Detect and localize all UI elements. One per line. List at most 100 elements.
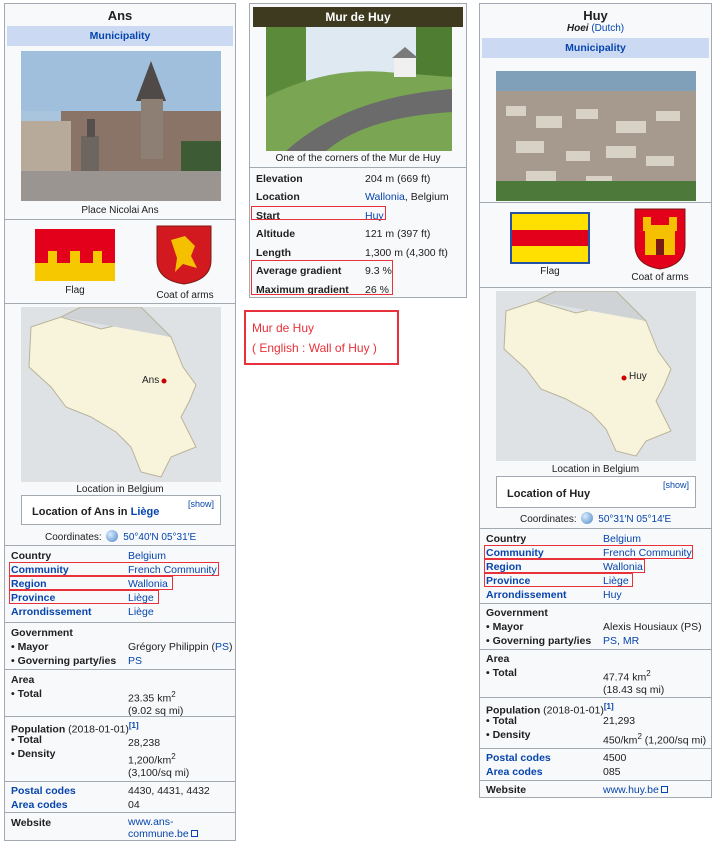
huy-coa-caption: Coat of arms <box>631 272 689 283</box>
huy-coords-link[interactable]: 50°31′N 05°14′E <box>598 514 671 525</box>
mur-elevation-label: Elevation <box>256 173 303 185</box>
huy-highlight-community <box>484 545 693 559</box>
ans-area-heading: Area <box>11 674 35 686</box>
ans-highlight-region <box>9 576 173 590</box>
huy-highlight-region <box>484 559 645 573</box>
huy-map-caption: Location in Belgium <box>551 464 640 475</box>
huy-title: Huy <box>583 8 608 23</box>
huy-arrondissement-value[interactable]: Huy <box>603 588 622 602</box>
ans-arrondissement-value[interactable]: Liège <box>128 605 154 619</box>
external-link-icon <box>190 830 198 837</box>
huy-location-map[interactable]: Huy <box>496 291 696 461</box>
ans-areacode-label[interactable]: Area codes <box>11 798 68 812</box>
huy-mayor-value: Alexis Housiaux (PS) <box>603 621 702 633</box>
huy-areacode-value: 085 <box>603 766 621 778</box>
huy-native-lang[interactable]: (Dutch) <box>591 23 624 34</box>
huy-population-ref[interactable]: [1] <box>604 702 614 711</box>
ans-population-ref[interactable]: [1] <box>129 721 139 730</box>
mur-highlight-gradients <box>251 260 393 295</box>
globe-icon[interactable] <box>581 512 594 524</box>
huy-photo[interactable] <box>496 71 696 201</box>
huy-arrondissement-label[interactable]: Arrondissement <box>486 588 567 602</box>
mur-highlight-start <box>251 206 386 220</box>
ans-highlight-community <box>9 562 219 576</box>
ans-photo[interactable] <box>21 51 221 201</box>
huy-nav-title: Location of Huy <box>507 488 591 500</box>
translation-note: Mur de Huy ( English : Wall of Huy ) <box>244 310 399 365</box>
ans-mayor-label: • Mayor <box>11 641 49 653</box>
ans-coords-label: Coordinates: <box>45 532 102 543</box>
ans-coa-caption: Coat of arms <box>156 290 214 301</box>
ans-nav-show-toggle[interactable]: [show] <box>188 499 214 509</box>
huy-party-value[interactable]: PS, MR <box>603 634 639 648</box>
huy-flag[interactable] <box>510 212 590 264</box>
huy-area-total-label: • Total <box>486 667 517 679</box>
ans-location-map[interactable]: Ans <box>21 307 221 482</box>
ans-flag[interactable] <box>35 229 115 281</box>
huy-pop-density-sqmi: (1,200/sq mi) <box>641 734 707 747</box>
huy-coordinates: Coordinates: 50°31′N 05°14′E <box>520 512 671 525</box>
ans-pop-total-label: • Total <box>11 734 42 746</box>
ans-website-line2[interactable]: commune.be <box>128 828 189 840</box>
huy-postal-value: 4500 <box>603 752 627 764</box>
ans-website-line1[interactable]: www.ans- <box>128 816 198 828</box>
huy-website-link[interactable]: www.huy.be <box>603 784 659 796</box>
ans-coords-link[interactable]: 50°40′N 05°31′E <box>123 532 196 543</box>
ans-mayor-party-link[interactable]: PS <box>215 641 229 653</box>
ans-areacode-value: 04 <box>128 799 140 811</box>
ans-area-total-sqmi: (9.02 sq mi) <box>128 704 184 717</box>
note-title: Mur de Huy <box>252 321 315 335</box>
huy-party-label: • Governing party/ies <box>486 635 592 647</box>
huy-highlight-province <box>484 573 633 587</box>
ans-website-link[interactable]: www.ans- commune.be <box>128 816 198 840</box>
note-translation: ( English : Wall of Huy ) <box>252 341 377 355</box>
ans-country-value[interactable]: Belgium <box>128 549 166 563</box>
ans-map-caption: Location in Belgium <box>76 484 164 495</box>
huy-government-heading: Government <box>486 607 548 619</box>
ans-municipality-band[interactable]: Municipality <box>7 26 233 46</box>
huy-country-label: Country <box>486 533 527 545</box>
huy-pop-total-value: 21,293 <box>603 715 636 727</box>
mur-elevation-value: 204 m (669 ft) <box>365 173 431 185</box>
ans-postal-label[interactable]: Postal codes <box>11 784 76 798</box>
ans-mayor-value: Grégory Philippin <box>128 641 209 653</box>
ans-map-label: Ans <box>142 375 160 386</box>
ans-flag-caption: Flag <box>65 285 85 296</box>
huy-nav-show-toggle[interactable]: [show] <box>663 480 689 490</box>
mur-altitude-value: 121 m (397 ft) <box>365 228 431 240</box>
ans-area-total-label: • Total <box>11 688 42 700</box>
huy-pop-density-value: 450/km <box>603 734 638 747</box>
ans-pop-density-value: 1,200/km <box>128 754 172 767</box>
ans-country-label: Country <box>11 550 52 562</box>
huy-infobox: Huy Hoei (Dutch) Municipality Flag Coat … <box>479 3 712 798</box>
huy-mayor-label: • Mayor <box>486 621 524 633</box>
huy-location-navbox: Location of Huy [show] <box>496 476 696 508</box>
ans-website-label: Website <box>11 817 52 829</box>
huy-map-label: Huy <box>629 371 647 382</box>
huy-coords-label: Coordinates: <box>520 514 577 525</box>
ans-arrondissement-label[interactable]: Arrondissement <box>11 605 92 619</box>
huy-country-value[interactable]: Belgium <box>603 532 641 546</box>
ans-coordinates: Coordinates: 50°40′N 05°31′E <box>45 530 196 543</box>
ans-party-label: • Governing party/ies <box>11 655 117 667</box>
ans-photo-caption: Place Nicolai Ans <box>81 205 159 216</box>
huy-municipality-band[interactable]: Municipality <box>482 38 709 58</box>
external-link-icon <box>660 786 668 793</box>
ans-postal-value: 4430, 4431, 4432 <box>128 785 210 797</box>
huy-area-total-value: 47.74 km <box>603 671 647 684</box>
ans-nav-liege-link[interactable]: Liège <box>131 506 160 518</box>
ans-infobox: Ans Municipality Place Nicolai Ans Flag … <box>4 3 236 841</box>
mur-location-link[interactable]: Wallonia <box>365 191 405 203</box>
huy-pop-density-label: • Density <box>486 729 531 741</box>
ans-pop-density-sqmi: (3,100/sq mi) <box>128 766 190 779</box>
ans-coat-of-arms[interactable] <box>155 224 213 286</box>
ans-party-value[interactable]: PS <box>128 654 142 668</box>
huy-coat-of-arms[interactable] <box>633 207 687 271</box>
huy-postal-label[interactable]: Postal codes <box>486 751 551 765</box>
mur-photo[interactable] <box>266 27 452 151</box>
huy-area-heading: Area <box>486 653 510 665</box>
globe-icon[interactable] <box>106 530 119 542</box>
huy-native-name: Hoei <box>566 23 589 34</box>
huy-website-label: Website <box>486 784 527 796</box>
huy-areacode-label[interactable]: Area codes <box>486 765 543 779</box>
